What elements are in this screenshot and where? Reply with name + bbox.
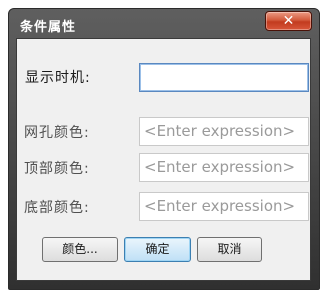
close-icon: ✕: [282, 13, 295, 29]
bottom-color-label: 底部颜色:: [24, 200, 90, 216]
title-bar[interactable]: 条件属性 ✕: [9, 9, 319, 39]
mesh-color-label: 网孔颜色:: [24, 125, 90, 141]
dialog-title: 条件属性: [20, 20, 77, 35]
top-color-field[interactable]: <Enter expression>: [139, 153, 309, 182]
display-timing-field[interactable]: [139, 63, 309, 92]
bottom-color-field[interactable]: <Enter expression>: [139, 192, 309, 221]
ok-button[interactable]: 确定: [124, 237, 191, 262]
color-button[interactable]: 颜色...: [42, 237, 118, 262]
top-color-label: 顶部颜色:: [24, 161, 90, 177]
close-button[interactable]: ✕: [265, 11, 312, 31]
display-timing-label: 显示时机:: [25, 70, 91, 86]
mesh-color-field[interactable]: <Enter expression>: [139, 117, 309, 146]
cancel-button[interactable]: 取消: [197, 237, 262, 262]
